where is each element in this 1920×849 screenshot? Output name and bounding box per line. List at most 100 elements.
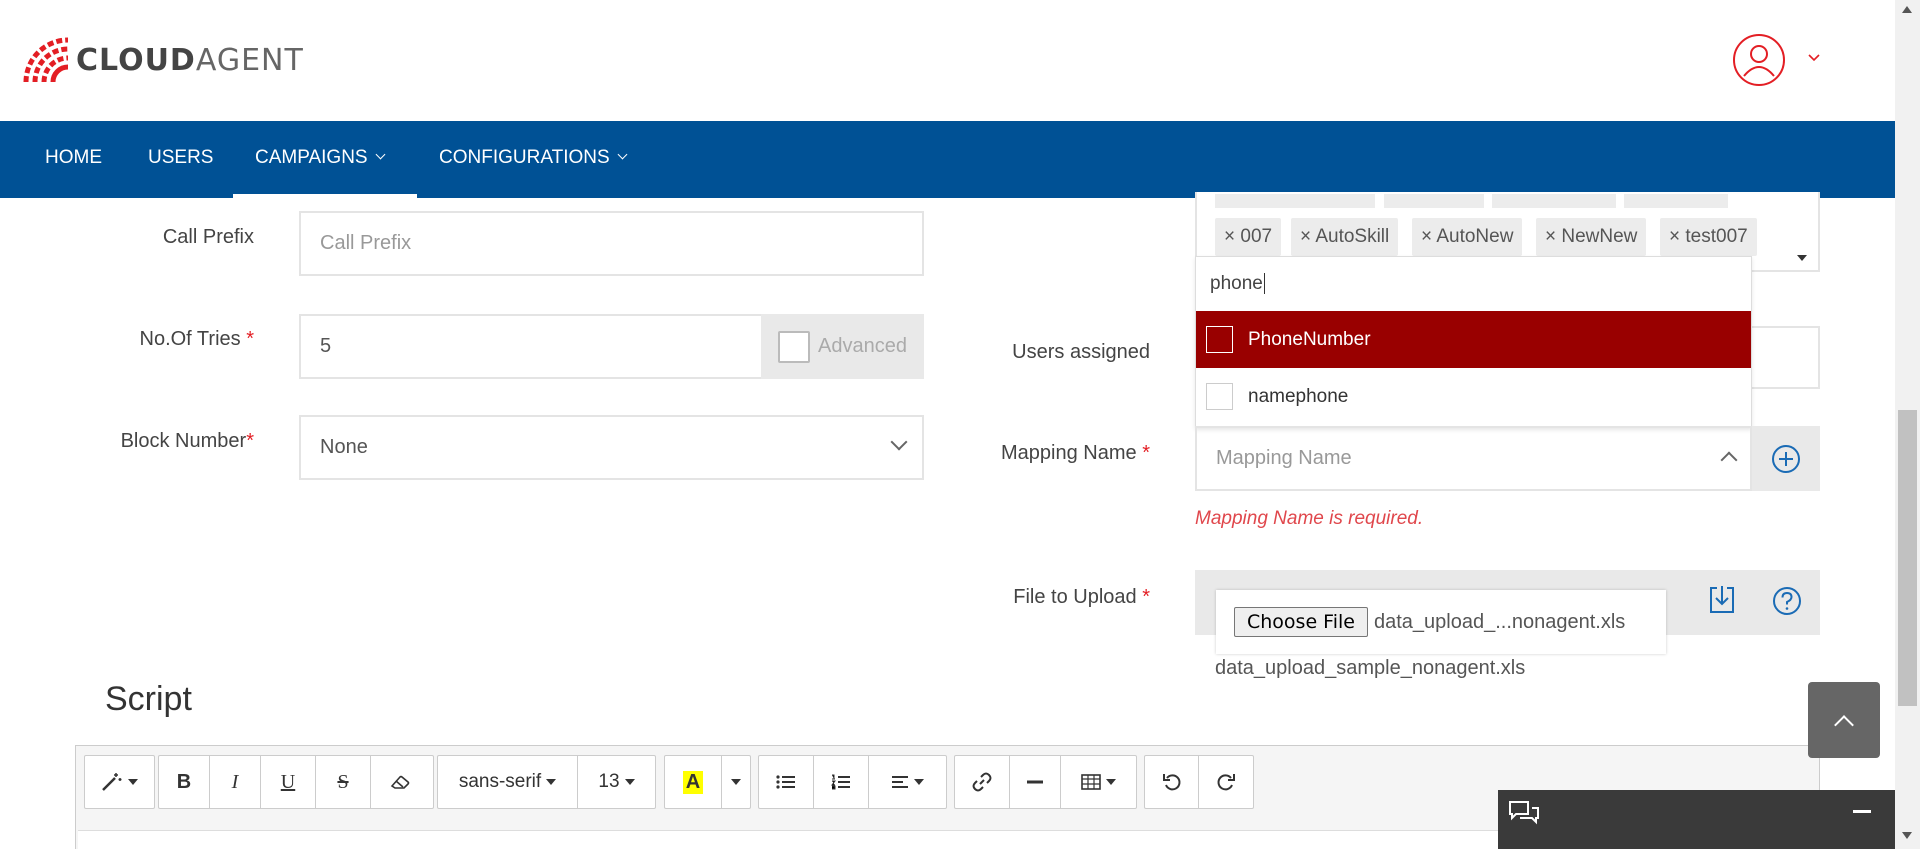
chevron-down-icon: [617, 149, 628, 160]
option-checkbox[interactable]: [1206, 383, 1233, 410]
page-scrollbar[interactable]: [1895, 0, 1920, 849]
nav-users[interactable]: USERS: [148, 121, 213, 198]
eraser-button[interactable]: [371, 756, 431, 808]
redo-button[interactable]: [1199, 756, 1253, 808]
advanced-checkbox[interactable]: [778, 330, 811, 363]
scroll-down-icon[interactable]: [1797, 255, 1807, 261]
no-of-tries-label: No.Of Tries *: [139, 328, 255, 350]
mapping-name-error: Mapping Name is required.: [1195, 508, 1424, 529]
nav-home[interactable]: HOME: [45, 121, 102, 198]
mapping-dropdown-panel: phone PhoneNumber namephone: [1195, 256, 1752, 428]
chosen-file-name: data_upload_...nonagent.xls: [1373, 610, 1626, 633]
italic-button[interactable]: I: [210, 756, 261, 808]
highlight-color-button[interactable]: A: [665, 756, 722, 808]
user-icon: [1743, 45, 1775, 77]
underline-button[interactable]: U: [261, 756, 316, 808]
file-input[interactable]: Choose File data_upload_...nonagent.xls: [1216, 590, 1666, 654]
chat-widget[interactable]: [1498, 790, 1895, 849]
skill-tag[interactable]: × test007: [1660, 218, 1757, 256]
block-number-select[interactable]: None: [299, 415, 924, 480]
user-avatar[interactable]: [1733, 34, 1785, 86]
toolbar-format-group: B I U S: [158, 755, 434, 809]
link-button[interactable]: [955, 756, 1010, 808]
help-icon[interactable]: [1771, 585, 1803, 617]
script-heading: Script: [105, 680, 192, 718]
scroll-down-icon[interactable]: [1902, 832, 1912, 839]
bullet-list-icon: [776, 775, 795, 789]
ordered-list-icon: [831, 774, 850, 790]
table-button[interactable]: [1061, 756, 1136, 808]
table-icon: [1081, 774, 1101, 790]
nav-campaigns[interactable]: CAMPAIGNS: [255, 121, 386, 198]
link-icon: [972, 772, 992, 792]
file-upload-label: File to Upload *: [1013, 586, 1150, 608]
tag-partial: [1624, 194, 1728, 208]
redo-icon: [1217, 774, 1235, 791]
tag-partial: [1492, 194, 1616, 208]
toolbar-history-group: [1144, 755, 1254, 809]
users-assigned-label: Users assigned: [1012, 341, 1150, 363]
font-size-select[interactable]: 13: [578, 756, 655, 808]
nav-active-indicator: [233, 194, 417, 198]
magic-style-button[interactable]: [85, 756, 154, 808]
advanced-label: Advanced: [818, 335, 907, 357]
mapping-option-phonenumber[interactable]: PhoneNumber: [1196, 311, 1751, 368]
scroll-up-icon[interactable]: [1902, 6, 1912, 13]
align-button[interactable]: [869, 756, 946, 808]
call-prefix-input[interactable]: Call Prefix: [299, 211, 924, 276]
toolbar-style-group: [84, 755, 155, 809]
cloudagent-logo[interactable]: CLOUDAGENT: [22, 36, 304, 84]
strikethrough-button[interactable]: S: [316, 756, 371, 808]
horizontal-rule-icon: [1027, 780, 1043, 784]
font-family-select[interactable]: sans-serif: [438, 756, 578, 808]
mapping-name-label: Mapping Name *: [1001, 442, 1150, 464]
back-to-top-button[interactable]: [1808, 682, 1880, 758]
mapping-name-select[interactable]: Mapping Name: [1195, 426, 1752, 491]
undo-icon: [1162, 774, 1180, 791]
nav-configurations[interactable]: CONFIGURATIONS: [439, 121, 628, 198]
download-icon[interactable]: [1709, 584, 1735, 614]
scrollbar-thumb[interactable]: [1898, 410, 1917, 706]
magic-wand-icon: [102, 773, 122, 791]
skill-tag[interactable]: × 007: [1215, 218, 1282, 256]
mapping-option-namephone[interactable]: namephone: [1196, 368, 1751, 425]
caret-icon: [914, 779, 924, 785]
bold-button[interactable]: B: [159, 756, 210, 808]
sample-file-link[interactable]: data_upload_sample_nonagent.xls: [1215, 657, 1525, 680]
caret-icon: [128, 779, 138, 785]
toolbar-color-group: A: [664, 755, 751, 809]
call-prefix-label: Call Prefix: [162, 226, 254, 248]
tag-partial: [1215, 194, 1375, 208]
align-left-icon: [892, 776, 908, 788]
chat-bubbles-icon: [1509, 801, 1539, 825]
color-dropdown-button[interactable]: [722, 756, 750, 808]
skill-tag[interactable]: × AutoSkill: [1291, 218, 1399, 256]
chevron-up-icon: [1834, 715, 1854, 735]
logo-text: CLOUDAGENT: [76, 42, 304, 78]
caret-icon: [1106, 779, 1116, 785]
mapping-search-input[interactable]: phone: [1196, 257, 1751, 311]
caret-icon: [624, 779, 635, 785]
caret-icon: [546, 779, 557, 785]
option-label: namephone: [1248, 385, 1349, 407]
add-mapping-button[interactable]: [1752, 426, 1820, 491]
choose-file-button[interactable]: Choose File: [1234, 607, 1368, 637]
horizontal-rule-button[interactable]: [1010, 756, 1061, 808]
app-header: CLOUDAGENT: [0, 0, 1895, 121]
undo-button[interactable]: [1145, 756, 1199, 808]
caret-icon: [731, 779, 741, 785]
chat-minimize-button[interactable]: [1853, 810, 1871, 813]
eraser-icon: [390, 775, 410, 789]
toolbar-insert-group: [954, 755, 1137, 809]
ordered-list-button[interactable]: [814, 756, 869, 808]
chevron-down-icon[interactable]: [1808, 52, 1820, 64]
toolbar-font-group: sans-serif 13: [437, 755, 656, 809]
users-assigned-select[interactable]: [1752, 326, 1820, 389]
option-label: PhoneNumber: [1248, 328, 1371, 350]
advanced-toggle[interactable]: Advanced: [761, 314, 924, 379]
skill-tag[interactable]: × NewNew: [1536, 218, 1647, 256]
no-of-tries-input[interactable]: 5: [299, 314, 763, 379]
bullet-list-button[interactable]: [759, 756, 814, 808]
option-checkbox[interactable]: [1206, 326, 1233, 353]
skill-tag[interactable]: × AutoNew: [1412, 218, 1523, 256]
